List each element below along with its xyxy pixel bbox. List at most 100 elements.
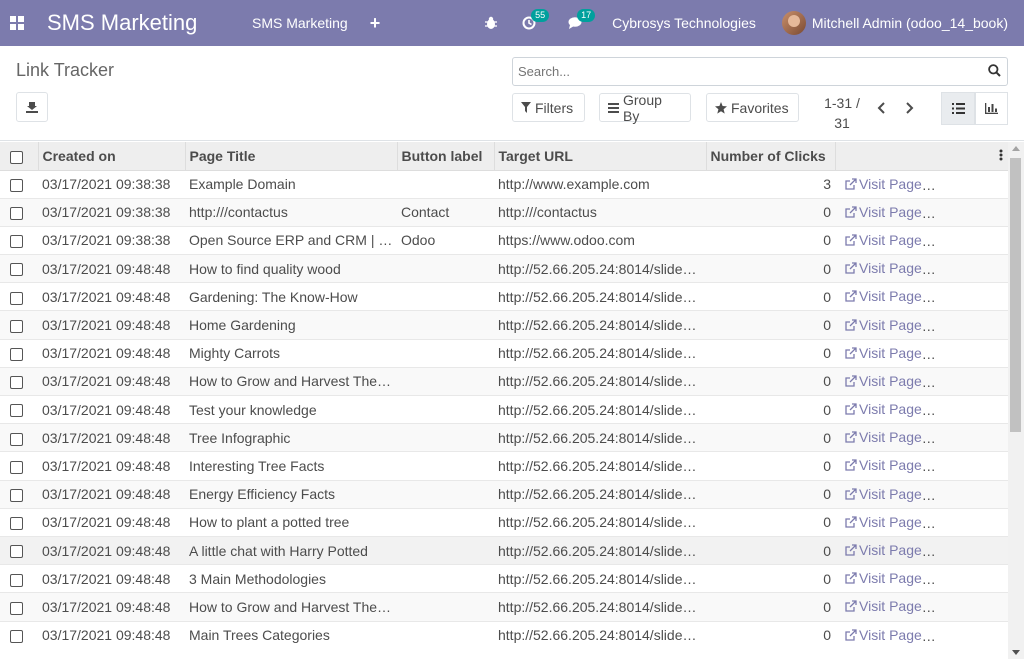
list-view-button[interactable] [941, 92, 975, 125]
column-page-title[interactable]: Page Title [185, 142, 398, 171]
search-icon[interactable] [988, 64, 1001, 77]
visit-page-button[interactable]: Visit Page [845, 542, 922, 558]
messages-button[interactable]: 17 [568, 9, 596, 30]
visit-page-button[interactable]: Visit Page [845, 570, 922, 586]
statistics-button[interactable]: Statistics [935, 486, 1007, 502]
table-row[interactable]: 03/17/2021 09:48:48 Home Gardening http://… [0, 310, 1008, 340]
row-checkbox[interactable] [10, 291, 23, 305]
plus-icon[interactable]: + [370, 13, 381, 34]
table-row[interactable]: 03/17/2021 09:48:48 How to find quality w… [0, 254, 1008, 283]
visit-page-button[interactable]: Visit Page [845, 176, 922, 192]
row-select-cell[interactable] [0, 451, 38, 481]
select-all-cell[interactable] [0, 142, 39, 171]
row-select-cell[interactable] [0, 197, 38, 227]
user-menu[interactable]: Mitchell Admin (odoo_14_book) [812, 15, 1008, 31]
row-select-cell[interactable] [0, 535, 38, 565]
row-checkbox[interactable] [10, 545, 23, 559]
chevron-right-icon[interactable] [903, 102, 915, 114]
visit-page-button[interactable]: Visit Page [845, 204, 922, 220]
table-row[interactable]: 03/17/2021 09:38:38 Open Source ERP and C… [0, 225, 1008, 255]
table-row[interactable]: 03/17/2021 09:48:48 How to Grow and Harve… [0, 366, 1008, 396]
table-row[interactable]: 03/17/2021 09:48:48 A little chat with Ha… [0, 535, 1008, 565]
kebab-icon[interactable] [999, 149, 1003, 161]
row-checkbox[interactable] [10, 601, 23, 615]
column-number-of-clicks[interactable]: Number of Clicks [706, 142, 836, 171]
table-row[interactable]: 03/17/2021 09:48:48 Interesting Tree Fact… [0, 451, 1008, 481]
avatar[interactable] [781, 11, 806, 35]
export-button[interactable] [16, 92, 48, 122]
visit-page-button[interactable]: Visit Page [845, 486, 922, 502]
scroll-down-arrow[interactable] [1012, 650, 1020, 655]
row-checkbox[interactable] [10, 573, 23, 587]
statistics-button[interactable]: Statistics [935, 599, 1007, 615]
statistics-button[interactable]: Statistics [935, 571, 1007, 587]
row-checkbox[interactable] [10, 235, 23, 249]
table-row[interactable]: 03/17/2021 09:48:48 How to plant a potted… [0, 507, 1008, 537]
row-select-cell[interactable] [0, 338, 38, 368]
menu-sms-marketing[interactable]: SMS Marketing [252, 15, 348, 31]
row-checkbox[interactable] [10, 376, 23, 390]
visit-page-button[interactable]: Visit Page [845, 401, 922, 417]
row-checkbox[interactable] [10, 432, 23, 446]
row-checkbox[interactable] [10, 404, 23, 418]
table-row[interactable]: 03/17/2021 09:38:38 http:///contactus Cont… [0, 197, 1008, 227]
table-row[interactable]: 03/17/2021 09:48:48 Gardening: The Know-H… [0, 282, 1008, 311]
statistics-button[interactable]: Statistics [935, 458, 1007, 474]
visit-page-button[interactable]: Visit Page [845, 429, 922, 445]
statistics-button[interactable]: Statistics [935, 289, 1007, 305]
column-created-on[interactable]: Created on [38, 142, 186, 171]
pager-range[interactable]: 1-31 / [824, 93, 860, 113]
search-input[interactable] [513, 58, 973, 85]
statistics-button[interactable]: Statistics [935, 261, 1007, 277]
app-brand[interactable]: SMS Marketing [47, 10, 252, 36]
visit-page-button[interactable]: Visit Page [845, 514, 922, 530]
visit-page-button[interactable]: Visit Page [845, 232, 922, 248]
row-select-cell[interactable] [0, 507, 38, 537]
row-select-cell[interactable] [0, 592, 38, 621]
row-select-cell[interactable] [0, 564, 38, 593]
row-checkbox[interactable] [10, 630, 23, 644]
pager[interactable]: 1-31 / 31 [824, 93, 860, 133]
favorites-button[interactable]: Favorites [706, 93, 799, 122]
visit-page-button[interactable]: Visit Page [845, 627, 922, 643]
visit-page-button[interactable]: Visit Page [845, 288, 922, 304]
apps-menu-button[interactable] [0, 0, 34, 46]
row-select-cell[interactable] [0, 225, 38, 255]
statistics-button[interactable]: Statistics [935, 514, 1007, 530]
row-checkbox[interactable] [10, 263, 23, 277]
scroll-up-arrow[interactable] [1012, 146, 1020, 151]
activity-button[interactable]: 55 [522, 9, 550, 30]
statistics-button[interactable]: Statistics [935, 317, 1007, 333]
statistics-button[interactable]: Statistics [935, 402, 1007, 418]
table-row[interactable]: 03/17/2021 09:48:48 3 Main Methodologies h… [0, 564, 1008, 593]
groupby-button[interactable]: Group By [599, 92, 691, 124]
visit-page-button[interactable]: Visit Page [845, 317, 922, 333]
optional-columns-cell[interactable] [835, 142, 1008, 171]
filters-button[interactable]: Filters [512, 93, 585, 122]
row-select-cell[interactable] [0, 366, 38, 396]
row-select-cell[interactable] [0, 394, 38, 424]
statistics-button[interactable]: Statistics [935, 430, 1007, 446]
row-checkbox[interactable] [10, 319, 23, 333]
table-row[interactable]: 03/17/2021 09:48:48 Test your knowledge ht… [0, 394, 1008, 424]
statistics-button[interactable]: Statistics [935, 543, 1007, 559]
table-row[interactable]: 03/17/2021 09:48:48 Main Trees Categories… [0, 620, 1008, 650]
visit-page-button[interactable]: Visit Page [845, 598, 922, 614]
row-checkbox[interactable] [10, 517, 23, 531]
table-row[interactable]: 03/17/2021 09:48:48 Energy Efficiency Fac… [0, 479, 1008, 509]
visit-page-button[interactable]: Visit Page [845, 345, 922, 361]
scrollbar-thumb[interactable] [1010, 158, 1021, 432]
row-select-cell[interactable] [0, 423, 38, 452]
vertical-scrollbar[interactable] [1008, 142, 1024, 659]
select-all-checkbox[interactable] [10, 150, 23, 164]
statistics-button[interactable]: Statistics [935, 204, 1007, 220]
table-row[interactable]: 03/17/2021 09:48:48 Tree Infographic http:… [0, 423, 1008, 452]
row-select-cell[interactable] [0, 620, 38, 650]
visit-page-button[interactable]: Visit Page [845, 457, 922, 473]
visit-page-button[interactable]: Visit Page [845, 260, 922, 276]
statistics-button[interactable]: Statistics [935, 627, 1007, 643]
statistics-button[interactable]: Statistics [935, 232, 1007, 248]
table-row[interactable]: 03/17/2021 09:38:38 Example Domain http://… [0, 169, 1008, 199]
column-button-label[interactable]: Button label [397, 142, 495, 171]
row-select-cell[interactable] [0, 479, 38, 509]
